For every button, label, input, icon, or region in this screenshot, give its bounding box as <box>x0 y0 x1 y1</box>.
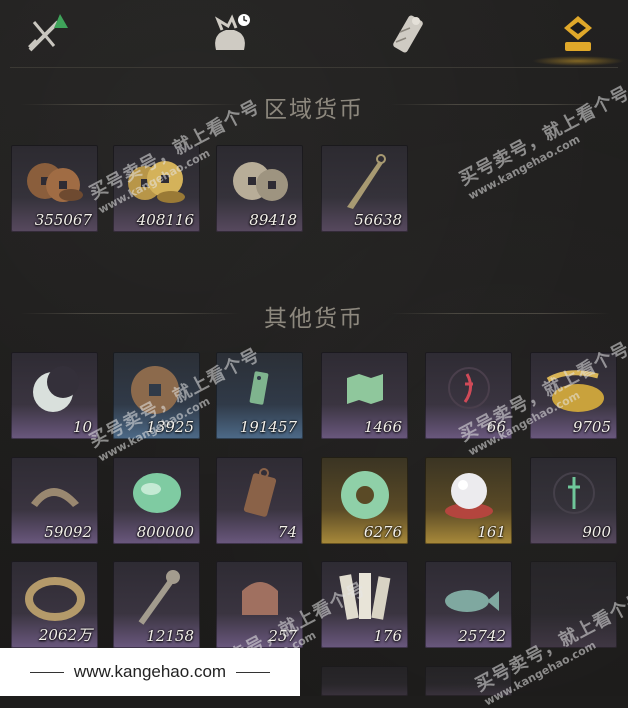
footer-banner: www.kangehao.com <box>0 648 300 696</box>
item-count: 161 <box>477 523 506 541</box>
jade-crescent-icon <box>33 366 79 412</box>
item-count: 66 <box>486 418 506 436</box>
currency-item[interactable]: 2062万 <box>11 561 98 648</box>
tab-bar-divider <box>10 67 618 68</box>
tab-scroll[interactable] <box>382 8 434 60</box>
currency-item[interactable]: 66 <box>425 352 512 439</box>
tab-currency[interactable] <box>532 8 624 66</box>
jade-disc-icon <box>341 471 389 519</box>
currency-item[interactable]: 74 <box>216 457 303 544</box>
ancient-coin-icon <box>131 366 179 414</box>
currency-item[interactable]: 900 <box>530 457 617 544</box>
item-count: 900 <box>582 523 611 541</box>
scroll-icon <box>393 15 423 53</box>
currency-item[interactable]: 800000 <box>113 457 200 544</box>
bundle-bag-icon <box>214 14 250 50</box>
item-count: 6276 <box>363 523 402 541</box>
tab-weapons[interactable] <box>20 8 72 60</box>
currency-item[interactable]: 59092 <box>11 457 98 544</box>
item-count: 59092 <box>44 523 92 541</box>
coin-string-icon <box>25 577 85 621</box>
partial-slot <box>425 666 512 696</box>
item-count: 2062万 <box>38 626 92 644</box>
section-title-regional: 区域货币 <box>264 97 364 123</box>
section-title-other: 其他货币 <box>264 306 364 332</box>
currency-item[interactable]: 89418 <box>216 145 303 232</box>
footer-dash <box>29 671 64 673</box>
silver-coins-icon <box>233 162 288 201</box>
knife-coin-icon <box>31 488 79 507</box>
currency-item[interactable]: 13925 <box>113 352 200 439</box>
item-count: 800000 <box>136 523 194 541</box>
currency-item[interactable]: 1466 <box>321 352 408 439</box>
gold-coins-icon <box>128 161 185 203</box>
item-count: 13925 <box>146 418 194 436</box>
currency-item[interactable]: 56638 <box>321 145 408 232</box>
item-count: 12158 <box>146 627 194 645</box>
item-count: 1466 <box>363 418 402 436</box>
currency-item[interactable]: 191457 <box>216 352 303 439</box>
item-count: 56638 <box>354 211 402 229</box>
jade-fish-icon <box>445 590 499 612</box>
pearl-icon <box>445 473 493 519</box>
dart-blade-icon <box>347 154 386 209</box>
currency-item[interactable]: 161 <box>425 457 512 544</box>
empty-slot <box>530 561 617 648</box>
map-icon <box>347 374 383 404</box>
crossed-swords-icon <box>28 14 68 52</box>
item-count: 9705 <box>572 418 611 436</box>
item-count: 89418 <box>249 211 297 229</box>
tab-bag[interactable] <box>204 8 256 60</box>
red-sigil-icon <box>448 367 490 409</box>
seal-stone-icon <box>242 582 278 615</box>
currency-item[interactable]: 10 <box>11 352 98 439</box>
top-tab-bar <box>0 0 628 68</box>
partial-slot <box>321 666 408 696</box>
currency-item[interactable]: 12158 <box>113 561 200 648</box>
gold-grain-icon <box>546 370 604 412</box>
bronze-coins-icon <box>27 163 83 202</box>
currency-item[interactable]: 9705 <box>530 352 617 439</box>
green-sigil-icon <box>553 472 595 514</box>
jade-token-icon <box>249 371 269 405</box>
currency-item[interactable]: 6276 <box>321 457 408 544</box>
item-count: 408116 <box>136 211 194 229</box>
item-count: 10 <box>72 418 92 436</box>
currency-item[interactable]: 176 <box>321 561 408 648</box>
item-count: 191457 <box>239 418 297 436</box>
jade-stone-icon <box>133 473 181 513</box>
bronze-plaque-icon <box>243 468 277 517</box>
footer-dash <box>236 671 271 673</box>
currency-item[interactable]: 25742 <box>425 561 512 648</box>
footer-url[interactable]: www.kangehao.com <box>74 662 226 682</box>
currency-item[interactable]: 355067 <box>11 145 98 232</box>
item-count: 25742 <box>458 627 506 645</box>
coin-sword-icon <box>138 570 180 625</box>
paper-slips-icon <box>339 573 391 620</box>
currency-item[interactable]: 257 <box>216 561 303 648</box>
currency-icon <box>564 16 592 51</box>
item-count: 257 <box>268 627 297 645</box>
item-count: 176 <box>373 627 402 645</box>
item-count: 74 <box>277 523 297 541</box>
item-count: 355067 <box>34 211 92 229</box>
currency-item[interactable]: 408116 <box>113 145 200 232</box>
